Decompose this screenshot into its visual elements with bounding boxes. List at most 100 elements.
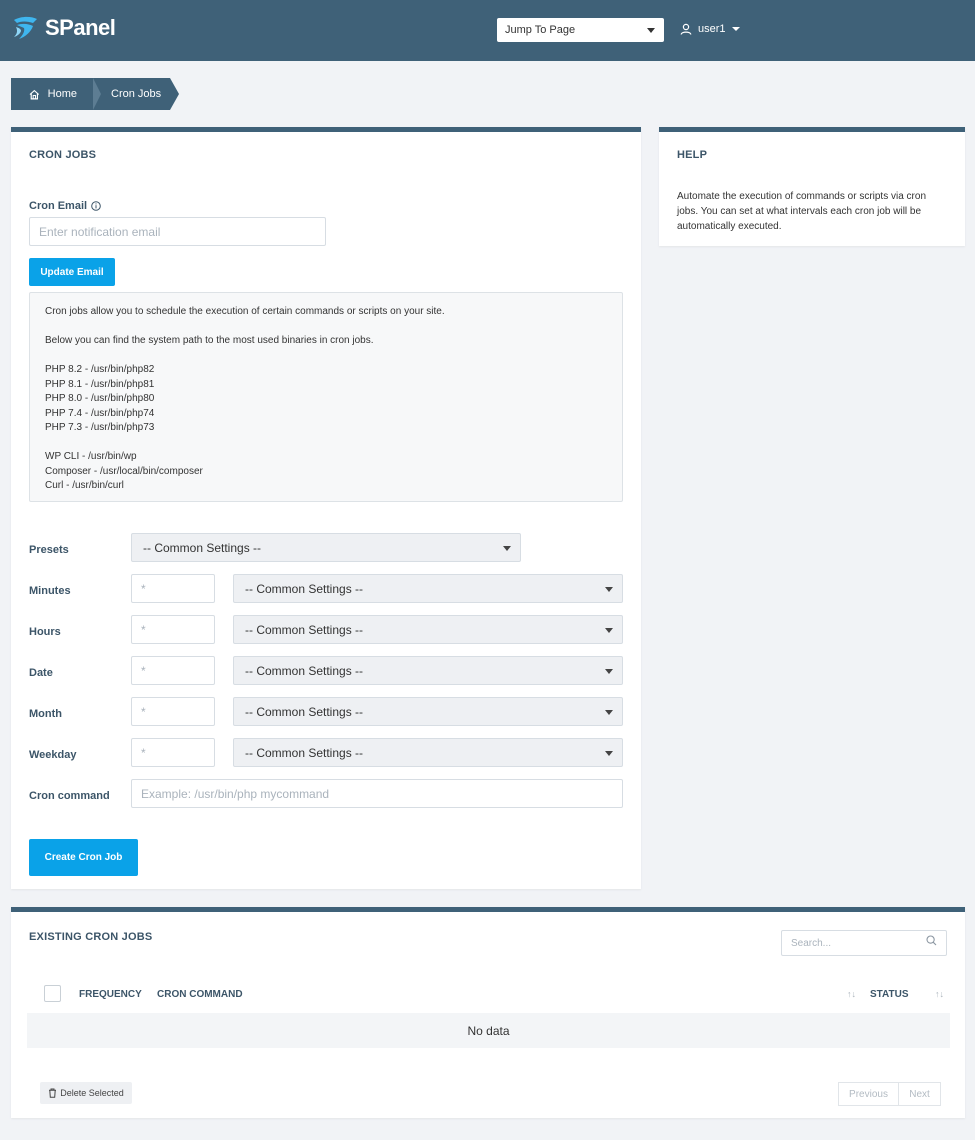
help-text: Automate the execution of commands or sc… [677, 191, 927, 232]
existing-cron-jobs-title: EXISTING CRON JOBS [29, 931, 153, 943]
no-data-text: No data [467, 1023, 510, 1038]
delete-selected-button[interactable]: Delete Selected [40, 1082, 132, 1104]
breadcrumb: Home Cron Jobs [11, 78, 179, 110]
binaries-info-box: Cron jobs allow you to schedule the exec… [29, 292, 623, 502]
chevron-down-icon [605, 627, 613, 633]
search-input[interactable]: Search... [781, 930, 947, 956]
info-line: PHP 8.1 - /usr/bin/php81 [45, 378, 155, 390]
hours-label: Hours [29, 626, 61, 638]
jump-to-page-label: Jump To Page [505, 24, 576, 36]
info-icon[interactable] [91, 201, 101, 211]
search-icon [926, 935, 937, 946]
info-line: PHP 7.3 - /usr/bin/php73 [45, 422, 155, 433]
hours-common-settings-select[interactable]: -- Common Settings -- [233, 615, 623, 644]
minutes-label: Minutes [29, 585, 71, 597]
chevron-down-icon [605, 586, 613, 592]
cron-command-label: Cron command [29, 790, 110, 802]
home-icon [29, 89, 40, 99]
minutes-value: * [141, 581, 146, 596]
cron-command-input[interactable]: Example: /usr/bin/php mycommand [131, 779, 623, 808]
cron-email-label-text: Cron Email [29, 200, 88, 212]
logo[interactable]: SPanel [11, 14, 116, 42]
chevron-down-icon [605, 750, 613, 756]
username: user1 [698, 23, 726, 35]
help-title: HELP [677, 149, 708, 161]
minutes-input[interactable]: * [131, 574, 215, 603]
chevron-down-icon [605, 668, 613, 674]
cron-command-placeholder: Example: /usr/bin/php mycommand [141, 786, 330, 801]
minutes-select-value: -- Common Settings -- [245, 581, 364, 596]
update-email-button[interactable]: Update Email [29, 258, 115, 286]
chevron-down-icon [605, 709, 613, 715]
hours-select-value: -- Common Settings -- [245, 622, 364, 637]
weekday-label: Weekday [29, 749, 77, 761]
month-common-settings-select[interactable]: -- Common Settings -- [233, 697, 623, 726]
date-select-value: -- Common Settings -- [245, 663, 364, 678]
user-icon [680, 23, 692, 35]
info-line: WP CLI - /usr/bin/wp [45, 451, 137, 462]
weekday-common-settings-select[interactable]: -- Common Settings -- [233, 738, 623, 767]
info-line: Composer - /usr/local/bin/composer [45, 465, 203, 477]
jump-to-page-select[interactable]: Jump To Page [497, 18, 664, 42]
month-label: Month [29, 708, 62, 720]
breadcrumb-separator [93, 78, 101, 110]
help-card: HELP Automate the execution of commands … [659, 127, 965, 246]
cron-jobs-title: CRON JOBS [29, 149, 97, 161]
search-placeholder: Search... [791, 937, 832, 949]
presets-label: Presets [29, 544, 69, 556]
column-status[interactable]: STATUS [870, 989, 909, 1000]
caret-down-icon [731, 27, 740, 31]
breadcrumb-current: Cron Jobs [93, 78, 179, 110]
month-input[interactable]: * [131, 697, 215, 726]
info-line: Curl - /usr/bin/curl [45, 480, 124, 491]
info-line: Cron jobs allow you to schedule the exec… [45, 306, 445, 317]
pagination-previous[interactable]: Previous [838, 1082, 899, 1106]
user-menu[interactable]: user1 [680, 23, 740, 35]
column-frequency[interactable]: FREQUENCY [79, 989, 142, 1000]
presets-select-value: -- Common Settings -- [143, 540, 262, 555]
cron-email-placeholder: Enter notification email [39, 224, 161, 239]
date-label: Date [29, 667, 53, 679]
info-line [45, 436, 607, 451]
chevron-down-icon [503, 545, 511, 551]
cron-email-label: Cron Email [29, 200, 101, 212]
existing-cron-jobs-card: EXISTING CRON JOBS Search... FREQUENCY C… [11, 907, 965, 1118]
weekday-input[interactable]: * [131, 738, 215, 767]
hours-value: * [141, 622, 146, 637]
delete-selected-label: Delete Selected [60, 1088, 124, 1098]
info-line [45, 349, 607, 364]
empty-table-row: No data [27, 1013, 950, 1048]
weekday-select-value: -- Common Settings -- [245, 745, 364, 760]
date-value: * [141, 663, 146, 678]
month-select-value: -- Common Settings -- [245, 704, 364, 719]
cron-jobs-card: CRON JOBS Cron Email Enter notification … [11, 127, 641, 889]
column-cron-command[interactable]: CRON COMMAND [157, 989, 243, 1000]
breadcrumb-home-label: Home [47, 88, 77, 100]
create-cron-job-button[interactable]: Create Cron Job [29, 839, 138, 876]
breadcrumb-home[interactable]: Home [11, 78, 101, 110]
info-line: PHP 8.2 - /usr/bin/php82 [45, 364, 155, 375]
info-line [45, 320, 607, 335]
info-line: Below you can find the system path to th… [45, 335, 374, 346]
month-value: * [141, 704, 146, 719]
select-all-checkbox[interactable] [44, 985, 61, 1002]
logo-text: SPanel [45, 15, 116, 40]
presets-select[interactable]: -- Common Settings -- [131, 533, 521, 562]
cron-email-input[interactable]: Enter notification email [29, 217, 326, 246]
sort-icon[interactable]: ↑↓ [847, 989, 856, 999]
breadcrumb-current-label: Cron Jobs [111, 88, 162, 100]
hours-input[interactable]: * [131, 615, 215, 644]
info-line: PHP 7.4 - /usr/bin/php74 [45, 407, 155, 419]
breadcrumb-arrow [170, 78, 179, 110]
top-bar: SPanel Jump To Page user1 [0, 0, 975, 61]
chevron-down-icon [647, 28, 655, 33]
date-common-settings-select[interactable]: -- Common Settings -- [233, 656, 623, 685]
weekday-value: * [141, 745, 146, 760]
pagination-next[interactable]: Next [898, 1082, 941, 1106]
sort-icon[interactable]: ↑↓ [935, 989, 944, 999]
spanel-logo-icon [14, 16, 37, 39]
info-line: PHP 8.0 - /usr/bin/php80 [45, 393, 155, 404]
minutes-common-settings-select[interactable]: -- Common Settings -- [233, 574, 623, 603]
trash-icon [49, 1088, 57, 1098]
date-input[interactable]: * [131, 656, 215, 685]
